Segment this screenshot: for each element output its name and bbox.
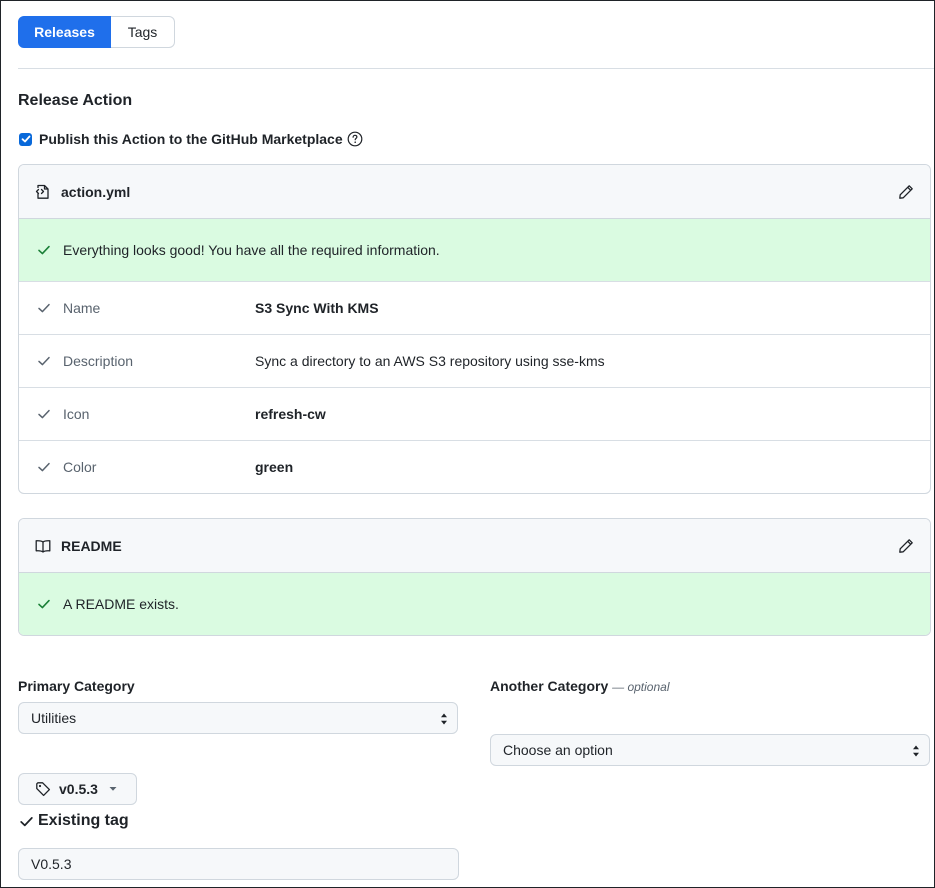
check-icon — [19, 814, 34, 829]
check-icon — [37, 407, 51, 421]
readme-success-message: A README exists. — [63, 596, 179, 612]
field-name: Color — [63, 459, 97, 475]
action-success-message: Everything looks good! You have all the … — [63, 242, 440, 258]
readme-box: README A README exists. — [18, 518, 931, 636]
primary-category-select[interactable]: Utilities — [18, 702, 458, 734]
primary-category-label: Primary Category — [18, 678, 135, 694]
field-name: Icon — [63, 406, 90, 422]
optional-hint: — optional — [612, 680, 670, 694]
tag-select-button[interactable]: v0.5.3 — [18, 773, 137, 805]
existing-tag-status: Existing tag — [19, 812, 129, 830]
tab-releases[interactable]: Releases — [18, 16, 111, 48]
publish-label[interactable]: Publish this Action to the GitHub Market… — [39, 131, 343, 147]
check-icon — [37, 460, 51, 474]
field-value: Sync a directory to an AWS S3 repository… — [255, 353, 605, 369]
publish-checkbox[interactable] — [19, 132, 32, 146]
triangle-down-icon — [108, 786, 118, 792]
field-value: refresh-cw — [255, 406, 326, 422]
another-category-label-text: Another Category — [490, 678, 609, 694]
action-yml-title: action.yml — [61, 183, 131, 200]
action-yml-header: action.yml — [19, 165, 930, 219]
tag-button-label: v0.5.3 — [59, 781, 98, 797]
field-value: green — [255, 459, 294, 475]
file-code-icon — [35, 184, 51, 200]
book-icon — [35, 538, 51, 554]
field-row-icon: Icon refresh-cw — [19, 387, 930, 440]
primary-category-value: Utilities — [31, 710, 77, 726]
readme-success-row: A README exists. — [19, 573, 930, 635]
check-icon — [37, 597, 51, 611]
field-name: Description — [63, 353, 134, 369]
tag-name-input[interactable] — [18, 848, 459, 880]
select-arrows-icon — [440, 712, 448, 726]
publish-row: Publish this Action to the GitHub Market… — [19, 130, 363, 148]
tab-tags[interactable]: Tags — [111, 16, 175, 48]
select-arrows-icon — [912, 744, 920, 758]
another-category-value: Choose an option — [503, 742, 613, 758]
section-title: Release Action — [18, 92, 133, 109]
field-row-description: Description Sync a directory to an AWS S… — [19, 334, 930, 387]
another-category-select[interactable]: Choose an option — [490, 734, 930, 766]
tag-icon — [35, 781, 51, 797]
readme-header: README — [19, 519, 930, 573]
field-row-color: Color green — [19, 440, 930, 493]
existing-tag-label: Existing tag — [38, 812, 129, 829]
field-value: S3 Sync With KMS — [255, 300, 379, 316]
field-name: Name — [63, 300, 101, 316]
check-icon — [21, 135, 30, 143]
pencil-icon[interactable] — [898, 184, 914, 200]
divider — [18, 68, 934, 69]
check-icon — [37, 243, 51, 257]
action-success-row: Everything looks good! You have all the … — [19, 219, 930, 281]
field-row-name: Name S3 Sync With KMS — [19, 281, 930, 334]
pencil-icon[interactable] — [898, 538, 914, 554]
readme-title: README — [61, 537, 122, 554]
action-yml-box: action.yml Everything looks good! You ha… — [18, 164, 931, 494]
release-tabs: Releases Tags — [18, 16, 175, 48]
check-icon — [37, 354, 51, 368]
check-icon — [37, 301, 51, 315]
another-category-label: Another Category — optional — [490, 678, 670, 694]
question-icon[interactable] — [347, 131, 363, 147]
